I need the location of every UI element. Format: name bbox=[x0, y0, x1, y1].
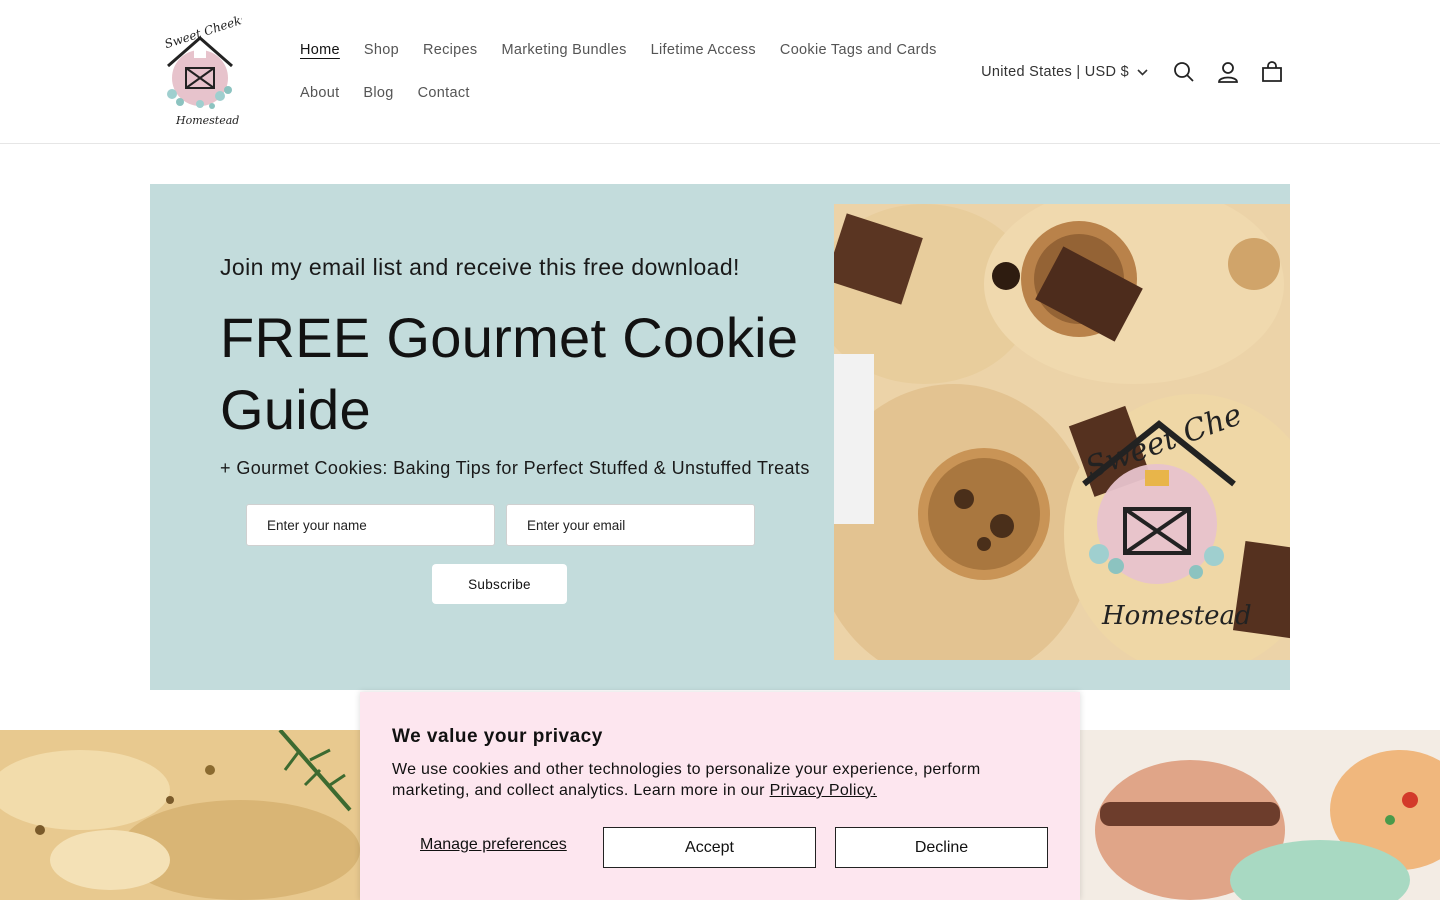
nav-marketing-bundles[interactable]: Marketing Bundles bbox=[489, 42, 638, 58]
nav-recipes[interactable]: Recipes bbox=[411, 42, 490, 58]
nav-lifetime-access[interactable]: Lifetime Access bbox=[639, 42, 768, 58]
email-input[interactable]: Enter your email bbox=[506, 504, 755, 546]
cookie-consent-banner: We value your privacy We use cookies and… bbox=[360, 692, 1080, 900]
cookie-guide-image: Sweet Che Homestead bbox=[834, 204, 1290, 660]
locale-selector[interactable]: United States | USD $ bbox=[981, 64, 1148, 80]
name-placeholder: Enter your name bbox=[267, 517, 367, 533]
email-signup-hero: Join my email list and receive this free… bbox=[150, 184, 1290, 690]
privacy-policy-link[interactable]: Privacy Policy. bbox=[770, 782, 877, 799]
svg-text:Sweet Cheeks: Sweet Cheeks bbox=[163, 16, 242, 51]
nav-shop[interactable]: Shop bbox=[352, 42, 411, 58]
cookie-banner-body: We use cookies and other technologies to… bbox=[392, 761, 981, 799]
email-placeholder: Enter your email bbox=[527, 517, 626, 533]
nav-home[interactable]: Home bbox=[288, 42, 352, 58]
subscribe-button[interactable]: Subscribe bbox=[432, 564, 567, 604]
hero-pretitle: Join my email list and receive this free… bbox=[220, 254, 740, 280]
nav-contact[interactable]: Contact bbox=[406, 85, 482, 101]
chevron-down-icon bbox=[1137, 68, 1148, 76]
site-logo[interactable]: Sweet Cheeks Homestead bbox=[158, 11, 249, 132]
header-actions: United States | USD $ bbox=[981, 52, 1294, 92]
svg-text:Homestead: Homestead bbox=[175, 114, 239, 127]
decline-button[interactable]: Decline bbox=[835, 827, 1048, 868]
main-nav: Home Shop Recipes Marketing Bundles Life… bbox=[288, 28, 948, 114]
hero-subtitle: + Gourmet Cookies: Baking Tips for Perfe… bbox=[220, 458, 810, 478]
hero-title: FREE Gourmet Cookie Guide bbox=[220, 306, 799, 441]
cart-icon[interactable] bbox=[1250, 50, 1294, 94]
name-input[interactable]: Enter your name bbox=[246, 504, 495, 546]
svg-text:Homestead: Homestead bbox=[1101, 601, 1252, 631]
cookie-banner-title: We value your privacy bbox=[392, 726, 603, 747]
nav-blog[interactable]: Blog bbox=[351, 85, 405, 101]
focaccia-photo bbox=[0, 730, 360, 900]
cookie-banner-text: We use cookies and other technologies to… bbox=[392, 759, 1032, 801]
nav-cookie-tags-and-cards[interactable]: Cookie Tags and Cards bbox=[768, 42, 949, 58]
accept-button[interactable]: Accept bbox=[603, 827, 816, 868]
macarons-photo bbox=[1080, 730, 1440, 900]
site-header: Sweet Cheeks Homestead Home Shop Recipes… bbox=[0, 0, 1440, 144]
account-icon[interactable] bbox=[1206, 50, 1250, 94]
manage-preferences-link[interactable]: Manage preferences bbox=[420, 836, 567, 854]
search-icon[interactable] bbox=[1162, 50, 1206, 94]
locale-label: United States | USD $ bbox=[981, 64, 1129, 80]
nav-about[interactable]: About bbox=[288, 85, 351, 101]
